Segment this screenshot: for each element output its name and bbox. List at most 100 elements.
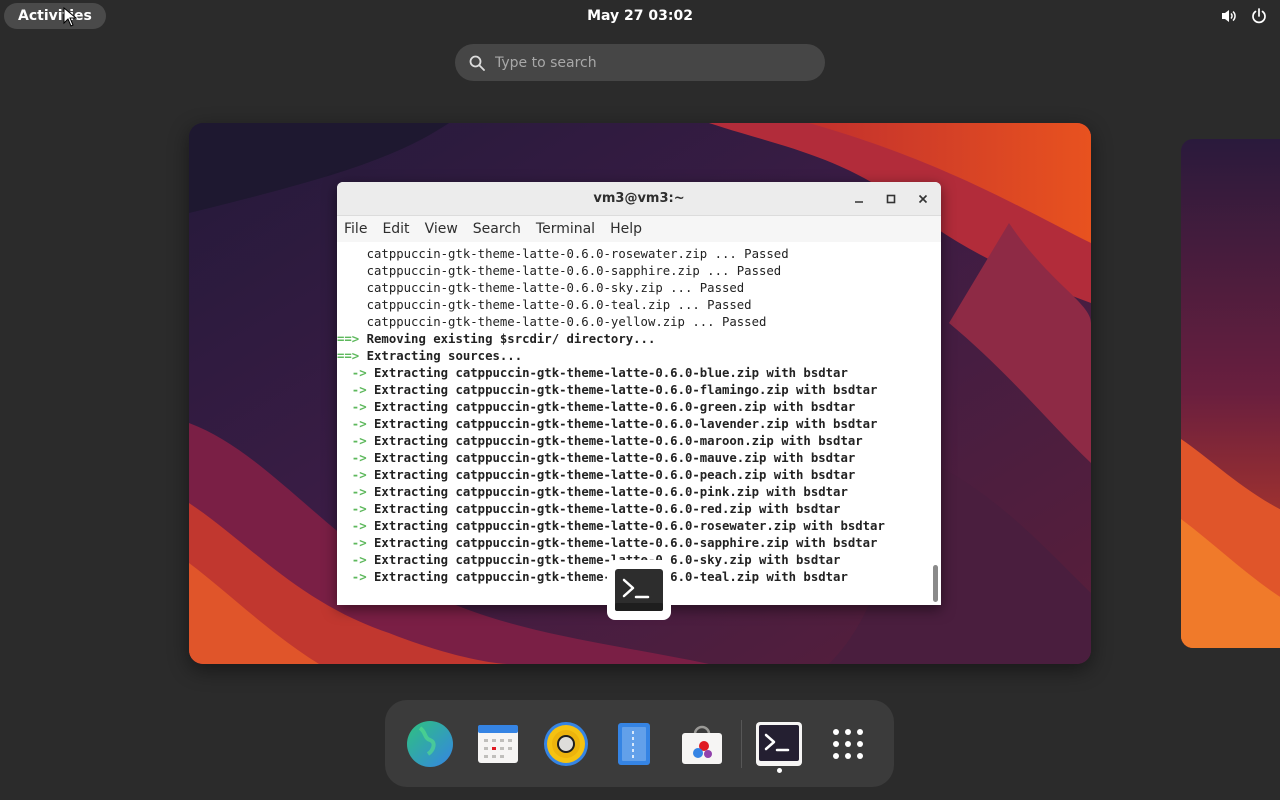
activities-button[interactable]: Activities <box>4 3 106 29</box>
terminal-line-text: Extracting catppuccin-gtk-theme-latte-0.… <box>366 468 856 482</box>
app-grid-icon <box>833 729 863 759</box>
search-input[interactable] <box>495 54 795 71</box>
terminal-line-text: Removing existing $srcdir/ directory... <box>359 332 656 346</box>
terminal-line: -> Extracting catppuccin-gtk-theme-latte… <box>337 484 929 501</box>
terminal-menubar: File Edit View Search Terminal Help <box>337 216 941 242</box>
menu-help[interactable]: Help <box>610 221 642 237</box>
prompt-arrow: -> <box>337 570 367 584</box>
prompt-arrow: -> <box>337 417 367 431</box>
software-launcher[interactable] <box>678 720 726 768</box>
prompt-arrow: -> <box>337 400 367 414</box>
terminal-line: catppuccin-gtk-theme-latte-0.6.0-sky.zip… <box>337 280 929 297</box>
software-store-icon <box>682 725 722 764</box>
terminal-line: -> Extracting catppuccin-gtk-theme-latte… <box>337 501 929 518</box>
maximize-button[interactable] <box>879 190 903 208</box>
terminal-line-text: Extracting catppuccin-gtk-theme-latte-0.… <box>366 502 841 516</box>
prompt-arrow: -> <box>337 383 367 397</box>
terminal-line-text: Extracting catppuccin-gtk-theme-latte-0.… <box>366 519 885 533</box>
dock-separator <box>741 720 742 768</box>
terminal-line: ==> Removing existing $srcdir/ directory… <box>337 331 929 348</box>
clock-label[interactable]: May 27 03:02 <box>587 8 693 24</box>
terminal-line-text: Extracting catppuccin-gtk-theme-latte-0.… <box>366 383 878 397</box>
prompt-arrow: ==> <box>337 349 360 363</box>
terminal-line: catppuccin-gtk-theme-latte-0.6.0-yellow.… <box>337 314 929 331</box>
mouse-cursor-icon <box>63 7 77 27</box>
terminal-launcher[interactable] <box>755 720 803 768</box>
terminal-line: ==> Extracting sources... <box>337 348 929 365</box>
terminal-line: -> Extracting catppuccin-gtk-theme-latte… <box>337 433 929 450</box>
terminal-line-text: catppuccin-gtk-theme-latte-0.6.0-teal.zi… <box>337 298 752 312</box>
prompt-arrow: -> <box>337 366 367 380</box>
terminal-line: -> Extracting catppuccin-gtk-theme-latte… <box>337 535 929 552</box>
terminal-line-text: Extracting catppuccin-gtk-theme-latte-0.… <box>366 451 856 465</box>
menu-terminal[interactable]: Terminal <box>536 221 595 237</box>
music-player-icon <box>544 722 588 766</box>
terminal-line-text: Extracting catppuccin-gtk-theme-latte-0.… <box>366 553 841 567</box>
prompt-arrow: -> <box>337 519 367 533</box>
terminal-scrollbar[interactable] <box>929 243 941 605</box>
music-player-launcher[interactable] <box>542 720 590 768</box>
terminal-line-text: Extracting catppuccin-gtk-theme-latte-0.… <box>366 434 863 448</box>
search-icon <box>469 55 485 71</box>
menu-edit[interactable]: Edit <box>382 221 409 237</box>
minimize-button[interactable] <box>847 190 871 208</box>
terminal-line: -> Extracting catppuccin-gtk-theme-latte… <box>337 450 929 467</box>
terminal-line-text: Extracting catppuccin-gtk-theme-latte-0.… <box>366 366 848 380</box>
dash-dock <box>385 700 894 787</box>
prompt-arrow: -> <box>337 468 367 482</box>
clock: May 27 03:02 <box>0 0 1280 32</box>
terminal-line: -> Extracting catppuccin-gtk-theme-latte… <box>337 416 929 433</box>
terminal-output[interactable]: catppuccin-gtk-theme-latte-0.6.0-rosewat… <box>337 243 929 605</box>
terminal-window[interactable]: vm3@vm3:~ File Edit View Search Terminal… <box>337 182 941 605</box>
close-button[interactable] <box>911 190 935 208</box>
terminal-line: catppuccin-gtk-theme-latte-0.6.0-teal.zi… <box>337 297 929 314</box>
terminal-line-text: catppuccin-gtk-theme-latte-0.6.0-sapphir… <box>337 264 782 278</box>
prompt-arrow: -> <box>337 502 367 516</box>
text-editor-icon <box>618 723 650 765</box>
terminal-line: -> Extracting catppuccin-gtk-theme-latte… <box>337 382 929 399</box>
web-browser-icon <box>407 721 453 767</box>
menu-view[interactable]: View <box>425 221 458 237</box>
close-icon <box>918 194 928 204</box>
terminal-line-text: catppuccin-gtk-theme-latte-0.6.0-sky.zip… <box>337 281 745 295</box>
terminal-line-text: catppuccin-gtk-theme-latte-0.6.0-yellow.… <box>337 315 767 329</box>
top-bar: Activities May 27 03:02 <box>0 0 1280 32</box>
search-bar[interactable] <box>455 44 825 81</box>
running-indicator <box>777 768 782 773</box>
terminal-line: -> Extracting catppuccin-gtk-theme-latte… <box>337 518 929 535</box>
terminal-line: -> Extracting catppuccin-gtk-theme-latte… <box>337 365 929 382</box>
terminal-line-text: Extracting catppuccin-gtk-theme-latte-0.… <box>366 400 856 414</box>
terminal-line-text: Extracting catppuccin-gtk-theme-latte-0.… <box>366 417 878 431</box>
app-grid-button[interactable] <box>824 720 872 768</box>
minimize-icon <box>855 201 863 203</box>
menu-search[interactable]: Search <box>473 221 521 237</box>
prompt-arrow: -> <box>337 536 367 550</box>
terminal-line: catppuccin-gtk-theme-latte-0.6.0-rosewat… <box>337 246 929 263</box>
maximize-icon <box>886 194 896 204</box>
window-app-terminal-icon <box>607 560 671 620</box>
terminal-line: -> Extracting catppuccin-gtk-theme-latte… <box>337 467 929 484</box>
terminal-line: -> Extracting catppuccin-gtk-theme-latte… <box>337 399 929 416</box>
terminal-line-text: catppuccin-gtk-theme-latte-0.6.0-rosewat… <box>337 247 789 261</box>
terminal-line-text: Extracting catppuccin-gtk-theme-latte-0.… <box>366 485 848 499</box>
web-browser-launcher[interactable] <box>406 720 454 768</box>
prompt-arrow: ==> <box>337 332 360 346</box>
terminal-titlebar[interactable]: vm3@vm3:~ <box>337 182 941 216</box>
menu-file[interactable]: File <box>344 221 367 237</box>
power-icon[interactable] <box>1250 7 1268 25</box>
system-tray[interactable] <box>1220 7 1268 25</box>
calendar-launcher[interactable] <box>474 720 522 768</box>
wallpaper-next <box>1181 139 1280 648</box>
prompt-arrow: -> <box>337 451 367 465</box>
prompt-arrow: -> <box>337 485 367 499</box>
prompt-arrow: -> <box>337 434 367 448</box>
calendar-icon <box>478 725 518 763</box>
terminal-line-text: Extracting sources... <box>359 349 523 363</box>
prompt-arrow: -> <box>337 553 367 567</box>
workspace-next[interactable] <box>1181 139 1280 648</box>
volume-icon[interactable] <box>1220 7 1238 25</box>
text-editor-launcher[interactable] <box>610 720 658 768</box>
terminal-line: catppuccin-gtk-theme-latte-0.6.0-sapphir… <box>337 263 929 280</box>
terminal-line-text: Extracting catppuccin-gtk-theme-latte-0.… <box>366 536 878 550</box>
scrollbar-thumb[interactable] <box>933 565 938 602</box>
